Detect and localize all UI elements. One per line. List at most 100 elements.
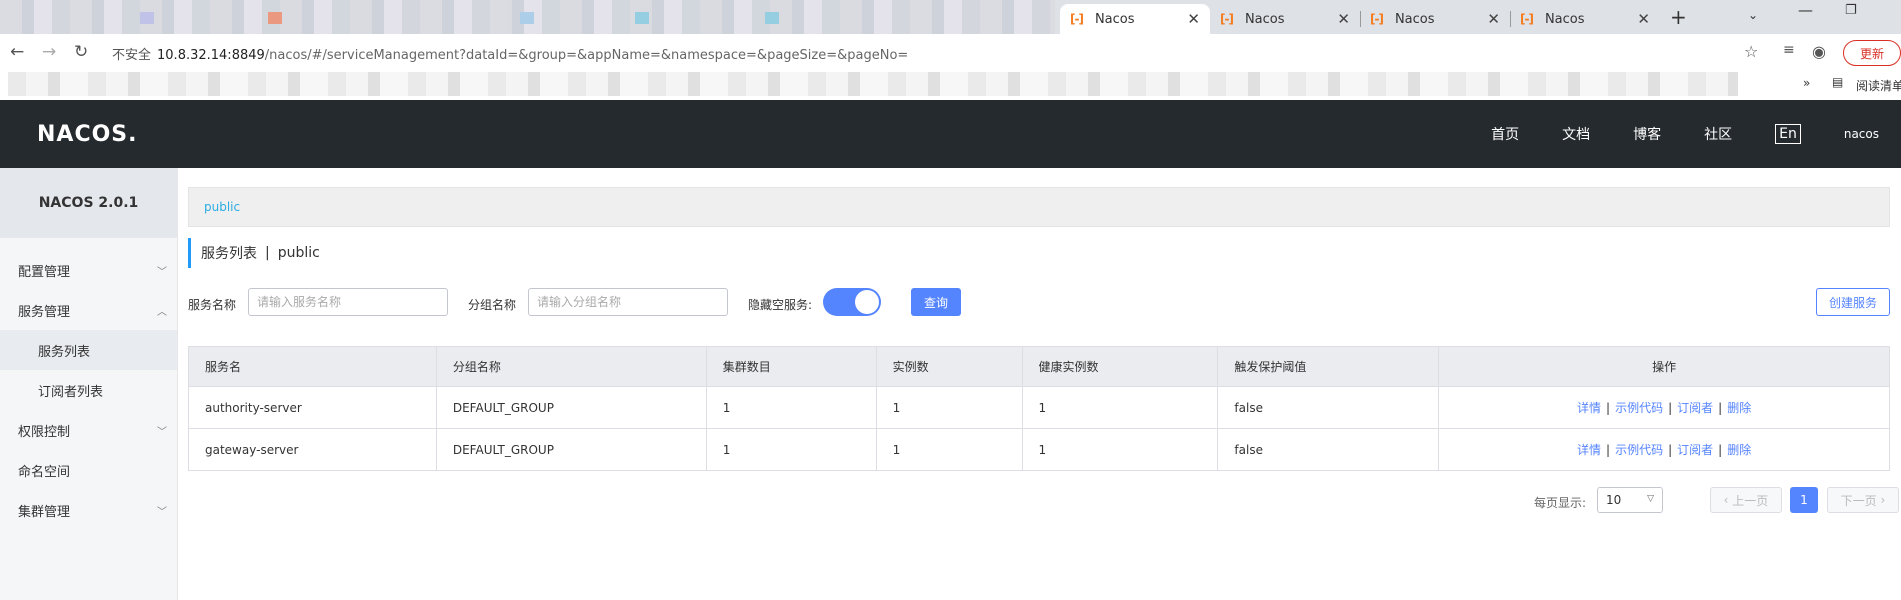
minimize-icon[interactable]: —: [1798, 1, 1813, 19]
sample-code-link[interactable]: 示例代码: [1615, 401, 1663, 415]
col-group-name: 分组名称: [435, 346, 707, 387]
back-icon[interactable]: ←: [10, 42, 24, 62]
detail-link[interactable]: 详情: [1577, 443, 1601, 457]
sidebar: NACOS 2.0.1 配置管理 ﹀ 服务管理 ︿ 服务列表 订阅者列表 权限控…: [0, 168, 178, 600]
update-button[interactable]: 更新: [1843, 40, 1901, 66]
blurred-bookmarks: [8, 72, 1738, 96]
table-header-row: 服务名 分组名称 集群数目 实例数 健康实例数 触发保护阈值 操作: [188, 346, 1890, 387]
tab-title: Nacos: [1244, 11, 1285, 27]
tab-nacos[interactable]: [-] Nacos ✕: [1360, 4, 1510, 34]
main-content: public 服务列表 | public 服务名称 分组名称 隐藏空服务: 查询…: [178, 168, 1901, 600]
nav-home[interactable]: 首页: [1491, 124, 1519, 144]
language-switch[interactable]: En: [1775, 124, 1801, 144]
table-row: gateway-server DEFAULT_GROUP 1 1 1 false…: [188, 428, 1890, 471]
nacos-logo[interactable]: NACOS.: [37, 122, 138, 147]
sidebar-item-namespace[interactable]: 命名空间: [0, 450, 177, 490]
sidebar-item-service-list[interactable]: 服务列表: [0, 330, 177, 370]
chevron-left-icon: ‹: [1723, 493, 1733, 507]
cell-instance-count: 1: [875, 428, 1023, 471]
hide-empty-label: 隐藏空服务:: [748, 298, 813, 312]
restore-icon[interactable]: ❐: [1845, 3, 1857, 18]
sidebar-item-config[interactable]: 配置管理 ﹀: [0, 250, 177, 290]
sidebar-item-auth[interactable]: 权限控制 ﹀: [0, 410, 177, 450]
sidebar-item-subscriber-list[interactable]: 订阅者列表: [0, 370, 177, 410]
tab-title: Nacos: [1394, 11, 1435, 27]
cell-service-name: authority-server: [188, 386, 437, 429]
toggle-knob: [855, 290, 879, 314]
more-bookmarks-icon[interactable]: »: [1803, 76, 1810, 90]
close-icon[interactable]: ✕: [1487, 10, 1500, 28]
sidebar-item-label: 订阅者列表: [38, 384, 104, 400]
media-control-icon[interactable]: ≡: [1783, 42, 1795, 58]
subscriber-link[interactable]: 订阅者: [1677, 401, 1713, 415]
per-page-select[interactable]: 10 ▽: [1597, 487, 1663, 513]
tab-nacos[interactable]: [-] Nacos ✕: [1510, 4, 1660, 34]
forward-icon[interactable]: →: [42, 42, 56, 62]
reload-icon[interactable]: ↻: [74, 42, 88, 62]
tab-nacos-active[interactable]: [-] Nacos ✕: [1060, 4, 1210, 34]
delete-link[interactable]: 删除: [1727, 401, 1751, 415]
close-icon[interactable]: ✕: [1637, 10, 1650, 28]
query-label: 查询: [923, 295, 948, 310]
cell-instance-count: 1: [875, 386, 1023, 429]
delete-link[interactable]: 删除: [1727, 443, 1751, 457]
cell-operations: 详情 | 示例代码 | 订阅者 | 删除: [1438, 386, 1890, 429]
query-button[interactable]: 查询: [911, 288, 961, 316]
sample-code-link[interactable]: 示例代码: [1615, 443, 1663, 457]
col-operations: 操作: [1438, 346, 1890, 387]
sidebar-item-label: 服务列表: [38, 344, 91, 360]
col-protect-threshold: 触发保护阈值: [1217, 346, 1440, 387]
prev-page-label: 上一页: [1732, 493, 1769, 508]
page-number-current[interactable]: 1: [1790, 487, 1818, 513]
profile-avatar-icon[interactable]: ◉: [1812, 42, 1826, 61]
new-tab-icon[interactable]: +: [1670, 5, 1687, 29]
cell-group-name: DEFAULT_GROUP: [435, 428, 707, 471]
group-name-label: 分组名称: [468, 298, 517, 312]
service-name-label: 服务名称: [188, 298, 237, 312]
page-title-namespace: public: [277, 245, 320, 261]
close-icon[interactable]: ✕: [1187, 10, 1200, 28]
nav-blog[interactable]: 博客: [1633, 124, 1661, 144]
page-title: 服务列表 | public: [188, 238, 320, 268]
cell-protect-threshold: false: [1217, 428, 1440, 471]
nav-docs[interactable]: 文档: [1562, 124, 1590, 144]
cell-protect-threshold: false: [1217, 386, 1440, 429]
url-warning: 不安全: [112, 48, 152, 63]
next-page-button[interactable]: 下一页 ›: [1827, 487, 1899, 513]
hide-empty-toggle[interactable]: [823, 288, 881, 316]
detail-link[interactable]: 详情: [1577, 401, 1601, 415]
reading-list-label[interactable]: 阅读清单: [1856, 77, 1901, 94]
sidebar-item-service[interactable]: 服务管理 ︿: [0, 290, 177, 330]
per-page-label: 每页显示:: [1534, 496, 1587, 510]
group-name-input[interactable]: [528, 288, 728, 316]
bookmark-star-icon[interactable]: ☆: [1744, 42, 1758, 61]
table-row: authority-server DEFAULT_GROUP 1 1 1 fal…: [188, 386, 1890, 429]
close-icon[interactable]: ✕: [1337, 10, 1350, 28]
sidebar-item-cluster[interactable]: 集群管理 ﹀: [0, 490, 177, 530]
url-host: 10.8.32.14:8849: [157, 48, 265, 63]
next-page-label: 下一页: [1840, 493, 1877, 508]
tab-nacos[interactable]: [-] Nacos ✕: [1210, 4, 1360, 34]
sidebar-item-label: 权限控制: [18, 424, 71, 440]
tab-title: Nacos: [1544, 11, 1585, 27]
cell-healthy-count: 1: [1021, 386, 1219, 429]
tab-search-icon[interactable]: ⌄: [1748, 8, 1758, 22]
subscriber-link[interactable]: 订阅者: [1677, 443, 1713, 457]
cell-service-name: gateway-server: [188, 428, 437, 471]
reading-list-icon[interactable]: ▤: [1832, 75, 1843, 89]
service-name-input[interactable]: [248, 288, 448, 316]
namespace-bar: public: [188, 187, 1890, 227]
cell-operations: 详情 | 示例代码 | 订阅者 | 删除: [1438, 428, 1890, 471]
user-name[interactable]: nacos: [1844, 127, 1879, 141]
url-path: /nacos/#/serviceManagement?dataId=&group…: [264, 48, 909, 63]
tab-title: Nacos: [1094, 11, 1135, 27]
page-title-text: 服务列表: [201, 246, 257, 262]
top-nav-links: 首页 文档 博客 社区 En nacos: [1491, 100, 1901, 168]
chevron-right-icon: ›: [1876, 493, 1886, 507]
url-field[interactable]: 不安全 10.8.32.14:8849/nacos/#/serviceManage…: [112, 44, 908, 63]
create-service-button[interactable]: 创建服务: [1816, 288, 1890, 316]
prev-page-button[interactable]: ‹ 上一页: [1710, 487, 1782, 513]
nav-community[interactable]: 社区: [1704, 124, 1732, 144]
namespace-public[interactable]: public: [204, 200, 240, 214]
service-table: 服务名 分组名称 集群数目 实例数 健康实例数 触发保护阈值 操作 author…: [188, 346, 1890, 471]
